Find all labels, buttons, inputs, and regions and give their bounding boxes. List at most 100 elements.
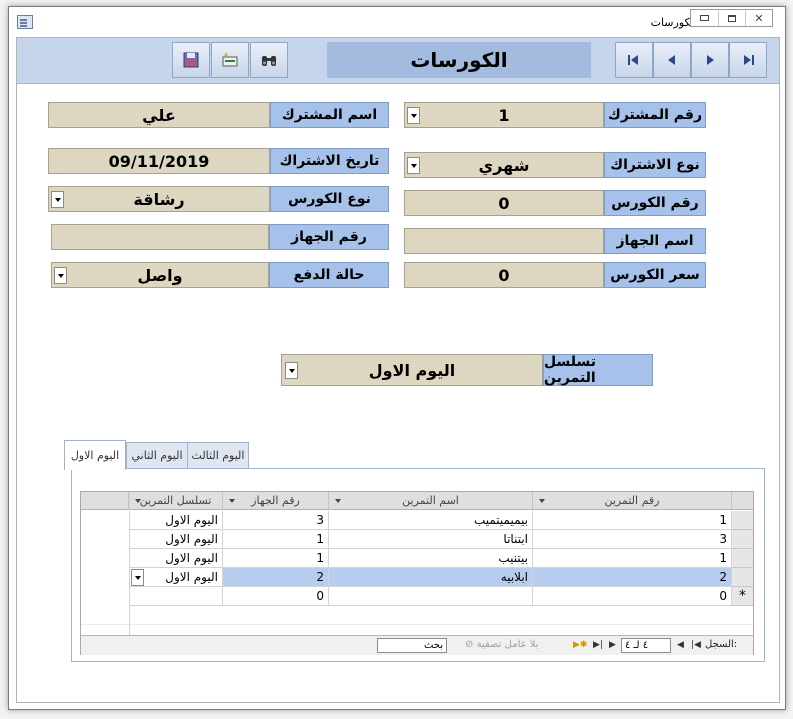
grid-cell-exercise-name[interactable]: بيميميتميب [329, 511, 533, 530]
new-record-row[interactable]: 0 0 * [81, 587, 753, 606]
chevron-down-icon[interactable] [407, 107, 420, 124]
grid-cell-device-no[interactable]: 1 [223, 530, 329, 549]
table-row[interactable]: اليوم الاول 1 بيتنيب 1 [81, 549, 753, 568]
previous-record-icon [668, 55, 675, 65]
sort-arrow-icon [135, 499, 141, 503]
grid-cell-exercise-name[interactable] [329, 587, 533, 606]
sort-arrow-icon [539, 499, 545, 503]
tab-day-3[interactable]: اليوم الثالث [187, 442, 249, 468]
exercise-datasheet: تسلسل التمرين رقم الجهاز اسم التمرين رقم… [80, 491, 754, 655]
device-name-field[interactable] [404, 228, 604, 254]
chevron-down-icon[interactable] [407, 157, 420, 174]
last-record-nav-icon[interactable]: ▶| [593, 640, 603, 650]
next-record-nav-icon[interactable]: ▶ [609, 640, 616, 650]
tab-day-1[interactable]: اليوم الاول [64, 440, 126, 470]
col-header-exercise-name[interactable]: اسم التمرين [329, 492, 533, 510]
grid-cell-exercise-name[interactable]: ابتناتا [329, 530, 533, 549]
record-label: السجل: [705, 639, 738, 650]
search-box[interactable]: بحث [377, 638, 447, 653]
no-filter-icon: ⊘ [465, 639, 474, 650]
exercise-sequence-combo[interactable]: اليوم الاول [281, 354, 543, 386]
tab-day-2[interactable]: اليوم الثاني [126, 442, 188, 468]
row-selector[interactable] [732, 530, 753, 549]
grid-cell-sequence[interactable] [129, 587, 223, 606]
course-price-field[interactable]: 0 [404, 262, 604, 288]
close-button[interactable]: ✕ [745, 10, 772, 26]
first-record-nav-icon[interactable]: |◀ [691, 640, 701, 650]
new-row-marker[interactable]: * [732, 587, 753, 606]
restore-button[interactable] [718, 10, 745, 26]
grid-cell-sequence[interactable]: اليوم الاول [129, 511, 223, 530]
row-selector[interactable] [732, 568, 753, 587]
grid-header-blank [81, 492, 129, 510]
empty-row [81, 606, 753, 625]
grid-cell-device-no[interactable]: 2 [223, 568, 329, 587]
grid-cell-sequence[interactable]: اليوم الاول [129, 530, 223, 549]
grid-cell-exercise-no[interactable]: 1 [533, 549, 732, 568]
col-header-device-no[interactable]: رقم الجهاز [223, 492, 329, 510]
new-record-icon [222, 52, 238, 67]
form-header: الكورسات [17, 38, 779, 84]
grid-cell-exercise-no[interactable]: 0 [533, 587, 732, 606]
subscriber-name-field[interactable]: علي [48, 102, 270, 128]
chevron-down-icon[interactable] [51, 191, 64, 208]
grid-cell-exercise-no[interactable]: 3 [533, 530, 732, 549]
page-title: الكورسات [327, 42, 591, 78]
grid-cell-exercise-no[interactable]: 1 [533, 511, 732, 530]
row-selector[interactable] [732, 549, 753, 568]
table-row[interactable]: اليوم الاول 3 بيميميتميب 1 [81, 511, 753, 530]
grid-cell-exercise-name[interactable]: بيتنيب [329, 549, 533, 568]
record-position-box[interactable]: ٤ لـ ٤ [621, 638, 671, 653]
form-icon [17, 15, 33, 29]
subscription-date-field[interactable]: 09/11/2019 [48, 148, 270, 174]
table-row[interactable]: اليوم الاول 1 ابتناتا 3 [81, 530, 753, 549]
course-number-field[interactable]: 0 [404, 190, 604, 216]
grid-cell-exercise-no[interactable]: 2 [533, 568, 732, 587]
previous-record-button[interactable] [653, 42, 691, 78]
next-record-button[interactable] [691, 42, 729, 78]
minimize-button[interactable] [691, 10, 718, 26]
select-all-corner[interactable] [732, 492, 753, 510]
find-button[interactable] [250, 42, 288, 78]
col-header-device-no-text: رقم الجهاز [251, 494, 300, 507]
device-name-label: اسم الجهاز [604, 228, 706, 254]
subscription-type-combo[interactable]: شهري [404, 152, 604, 178]
chevron-down-icon[interactable] [131, 569, 144, 586]
last-record-icon [628, 55, 638, 65]
course-type-value: رشاقة [133, 189, 185, 209]
last-record-button[interactable] [615, 42, 653, 78]
chevron-down-icon[interactable] [54, 267, 67, 284]
close-icon: ✕ [754, 11, 764, 25]
grid-cell-sequence[interactable]: اليوم الاول [129, 568, 223, 587]
next-record-icon [707, 55, 714, 65]
chevron-down-icon[interactable] [285, 362, 298, 379]
new-record-nav-icon[interactable]: ▶✱ [573, 640, 587, 650]
access-form-window: الكورسات ✕ الكورسات علي اسم المشترك 1 رق… [8, 6, 786, 710]
first-record-button[interactable] [729, 42, 767, 78]
grid-cell-sequence[interactable]: اليوم الاول [129, 549, 223, 568]
sort-arrow-icon [335, 499, 341, 503]
prev-record-nav-icon[interactable]: ◀ [677, 640, 684, 650]
grid-cell-device-no[interactable]: 0 [223, 587, 329, 606]
payment-status-value: واصل [137, 265, 183, 285]
col-header-exercise-no-text: رقم التمرين [604, 494, 660, 507]
subscription-date-label: تاريخ الاشتراك [270, 148, 389, 174]
col-header-exercise-no[interactable]: رقم التمرين [533, 492, 732, 510]
minimize-icon [700, 15, 709, 21]
grid-cell-exercise-name[interactable]: ابلابيه [329, 568, 533, 587]
course-type-combo[interactable]: رشاقة [48, 186, 270, 212]
device-number-field[interactable] [51, 224, 269, 250]
subscriber-number-combo[interactable]: 1 [404, 102, 604, 128]
row-selector[interactable] [732, 511, 753, 530]
grid-cell-device-no[interactable]: 1 [223, 549, 329, 568]
filter-status[interactable]: ⊘ بلا عامل تصفية [465, 639, 539, 650]
payment-status-combo[interactable]: واصل [51, 262, 269, 288]
grid-cell-device-no[interactable]: 3 [223, 511, 329, 530]
table-row[interactable]: اليوم الاول 2 ابلابيه 2 [81, 568, 753, 587]
form-body: الكورسات علي اسم المشترك 1 رقم المشترك 0… [16, 37, 780, 703]
col-header-sequence[interactable]: تسلسل التمرين [129, 492, 223, 510]
new-record-button[interactable] [211, 42, 249, 78]
restore-icon [728, 14, 736, 22]
first-record-icon [744, 55, 754, 65]
save-button[interactable] [172, 42, 210, 78]
